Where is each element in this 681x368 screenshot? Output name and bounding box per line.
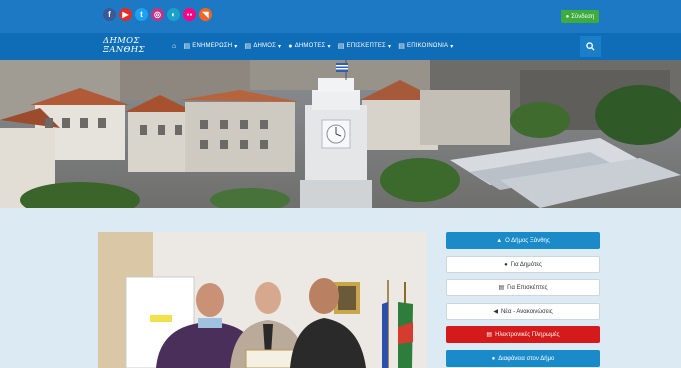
- sidebar-button-label: Ο Δήμος Ξάνθης: [505, 237, 550, 244]
- nav-item-dimotes[interactable]: ● ΔΗΜΟΤΕΣ ▾: [288, 42, 330, 50]
- sidebar-button-nea[interactable]: ◀ Νέα - Ανακοινώσεις: [446, 303, 600, 320]
- nav-item-label: ΕΠΙΣΚΕΠΤΕΣ: [346, 43, 386, 49]
- search-button[interactable]: [580, 36, 601, 57]
- sidebar-button-dimos-xanthis[interactable]: ▲ Ο Δήμος Ξάνθης: [446, 232, 600, 249]
- nav-menu: ⌂ ▤ ΕΝΗΜΕΡΩΣΗ ▾ ▤ ΔΗΜΟΣ ▾ ● ΔΗΜΟΤΕΣ ▾ ▤ ΕΠΙΣΚΕΠ…: [172, 42, 453, 51]
- nav-item-enimerosi[interactable]: ▤ ΕΝΗΜΕΡΩΣΗ ▾: [183, 42, 237, 50]
- twitter-icon[interactable]: t: [135, 8, 148, 21]
- suitcase-icon: ▤: [498, 285, 505, 291]
- sidebar-button-label: Νέα - Ανακοινώσεις: [500, 308, 553, 315]
- rss-icon[interactable]: ◥: [199, 8, 212, 21]
- sidebar-button-label: Διαφάνεια στον Δήμο: [498, 355, 555, 362]
- newspaper-icon: ▤: [183, 43, 191, 50]
- circle-icon: ●: [491, 355, 496, 362]
- caret-down-icon: ▾: [234, 43, 238, 50]
- website-icon[interactable]: ◐: [167, 8, 180, 21]
- home-icon: ⌂: [172, 42, 177, 50]
- login-button[interactable]: ● Σύνδεση: [561, 10, 599, 23]
- nav-item-label: ΕΝΗΜΕΡΩΣΗ: [192, 43, 233, 49]
- youtube-icon[interactable]: ▶: [119, 8, 132, 21]
- search-icon: [586, 42, 595, 51]
- caret-down-icon: ▾: [450, 43, 454, 50]
- login-label: Σύνδεση: [571, 13, 595, 20]
- sidebar-button-label: Για Δημότες: [510, 261, 542, 268]
- megaphone-icon: ◀: [493, 309, 498, 315]
- main-navbar: ΔΗΜΟΣ ΞΑΝΘΗΣ ⌂ ▤ ΕΝΗΜΕΡΩΣΗ ▾ ▤ ΔΗΜΟΣ ▾ ● ΔΗΜΟ…: [0, 33, 681, 60]
- top-bar: f ▶ t ◎ ◐ ●● ◥ ● Σύνδεση: [0, 0, 681, 33]
- facebook-icon[interactable]: f: [103, 8, 116, 21]
- contact-icon: ▤: [398, 43, 406, 50]
- nav-item-dimos[interactable]: ▤ ΔΗΜΟΣ ▾: [244, 42, 281, 50]
- site-logo[interactable]: ΔΗΜΟΣ ΞΑΝΘΗΣ: [103, 37, 145, 55]
- visitors-icon: ▤: [337, 43, 345, 50]
- nav-item-label: ΔΗΜΟΤΕΣ: [294, 43, 326, 49]
- sidebar-button-label: Για Επισκέπτες: [507, 284, 548, 291]
- caret-down-icon: ▾: [327, 43, 331, 50]
- institution-icon: ▲: [496, 237, 503, 244]
- nav-item-label: ΕΠΙΚΟΙΝΩΝΙΑ: [407, 43, 449, 49]
- sidebar-button-episkeptes[interactable]: ▤ Για Επισκέπτες: [446, 279, 600, 296]
- users-icon: ●: [504, 261, 508, 268]
- credit-card-icon: ▤: [486, 332, 493, 338]
- news-photo[interactable]: [98, 232, 427, 368]
- sidebar-button-label: Ηλεκτρονικές Πληρωμές: [495, 331, 560, 338]
- nav-item-episkeptes[interactable]: ▤ ΕΠΙΣΚΕΠΤΕΣ ▾: [338, 42, 391, 50]
- nav-item-label: ΔΗΜΟΣ: [253, 43, 277, 49]
- flickr-icon[interactable]: ●●: [183, 8, 196, 21]
- nav-item-epikoinonia[interactable]: ▤ ΕΠΙΚΟΙΝΩΝΙΑ ▾: [398, 42, 453, 50]
- caret-down-icon: ▾: [278, 43, 282, 50]
- sidebar-button-pliromes[interactable]: ▤ Ηλεκτρονικές Πληρωμές: [446, 326, 600, 343]
- social-links: f ▶ t ◎ ◐ ●● ◥: [103, 8, 212, 21]
- logo-line-2: ΞΑΝΘΗΣ: [103, 45, 145, 55]
- building-icon: ▤: [244, 43, 252, 50]
- instagram-icon[interactable]: ◎: [151, 8, 164, 21]
- citizens-icon: ●: [288, 42, 293, 50]
- user-icon: ●: [565, 13, 570, 20]
- sidebar-button-dimotes[interactable]: ● Για Δημότες: [446, 256, 600, 273]
- home-link[interactable]: ⌂: [172, 42, 176, 50]
- caret-down-icon: ▾: [387, 43, 392, 50]
- hero-banner-image: [0, 60, 681, 208]
- sidebar-button-diafaneia[interactable]: ● Διαφάνεια στον Δήμο: [446, 350, 600, 367]
